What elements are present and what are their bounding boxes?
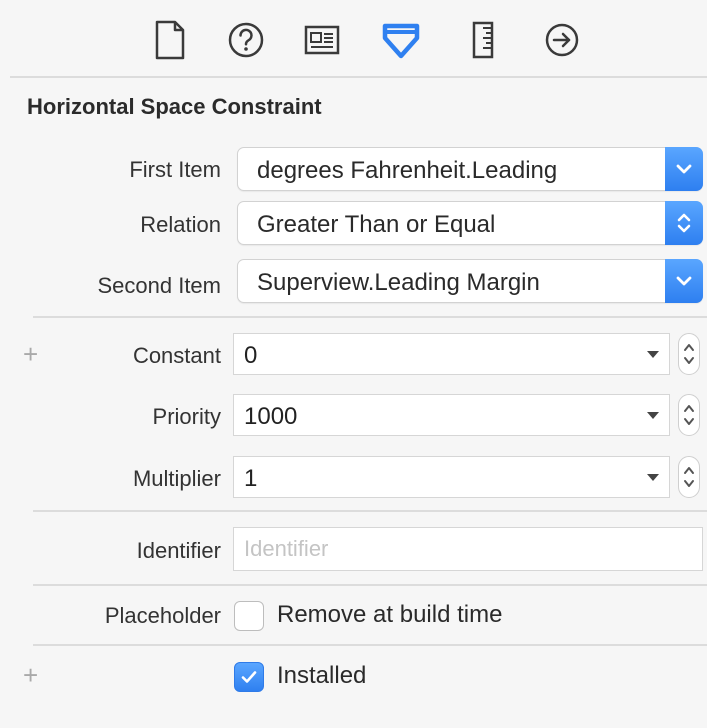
- dropdown-arrow-icon[interactable]: [645, 347, 661, 366]
- relation-value: Greater Than or Equal: [257, 211, 496, 238]
- divider: [33, 316, 707, 318]
- second-item-value: Superview.Leading Margin: [257, 269, 540, 296]
- constant-value: 0: [244, 342, 258, 369]
- remove-at-build-time-checkbox[interactable]: [234, 601, 264, 631]
- first-item-label: First Item: [129, 157, 221, 182]
- divider: [33, 510, 707, 512]
- file-icon[interactable]: [149, 18, 193, 62]
- section-title: Horizontal Space Constraint: [27, 94, 322, 119]
- installed-checkbox[interactable]: [234, 662, 264, 692]
- multiplier-value: 1: [244, 465, 258, 492]
- help-icon[interactable]: [224, 18, 268, 62]
- up-down-chevron-icon: [665, 201, 703, 245]
- divider: [33, 584, 707, 586]
- connections-icon[interactable]: [540, 18, 584, 62]
- dropdown-arrow-icon[interactable]: [645, 408, 661, 427]
- constant-stepper[interactable]: [678, 333, 700, 375]
- dropdown-arrow-icon[interactable]: [645, 470, 661, 489]
- priority-field[interactable]: 1000: [233, 394, 670, 436]
- identity-card-icon[interactable]: [300, 18, 344, 62]
- constant-field[interactable]: 0: [233, 333, 670, 375]
- priority-stepper[interactable]: [678, 394, 700, 436]
- constant-label: Constant: [132, 343, 221, 368]
- priority-label: Priority: [152, 404, 221, 429]
- chevron-down-icon: [665, 147, 703, 191]
- identifier-input[interactable]: [233, 527, 703, 571]
- second-item-popup[interactable]: Superview.Leading Margin: [237, 259, 703, 303]
- identifier-label: Identifier: [136, 538, 221, 563]
- add-variation-button[interactable]: +: [23, 339, 38, 370]
- placeholder-label: Placeholder: [104, 603, 221, 628]
- relation-popup[interactable]: Greater Than or Equal: [237, 201, 703, 245]
- first-item-value: degrees Fahrenheit.Leading: [257, 157, 558, 184]
- chevron-down-icon: [665, 259, 703, 303]
- first-item-popup[interactable]: degrees Fahrenheit.Leading: [237, 147, 703, 191]
- remove-at-build-time-label: Remove at build time: [277, 601, 503, 628]
- priority-value: 1000: [244, 403, 298, 430]
- add-installed-variation-button[interactable]: +: [23, 660, 38, 691]
- toolbar-divider: [10, 76, 707, 78]
- second-item-label: Second Item: [97, 273, 221, 298]
- divider: [33, 644, 707, 646]
- installed-label: Installed: [277, 662, 367, 689]
- attributes-icon[interactable]: [379, 18, 423, 62]
- multiplier-label: Multiplier: [132, 466, 221, 491]
- ruler-icon[interactable]: [461, 18, 505, 62]
- relation-label: Relation: [140, 212, 221, 237]
- checkmark-icon: [241, 671, 257, 683]
- multiplier-stepper[interactable]: [678, 456, 700, 498]
- multiplier-field[interactable]: 1: [233, 456, 670, 498]
- inspector-toolbar: [0, 0, 707, 76]
